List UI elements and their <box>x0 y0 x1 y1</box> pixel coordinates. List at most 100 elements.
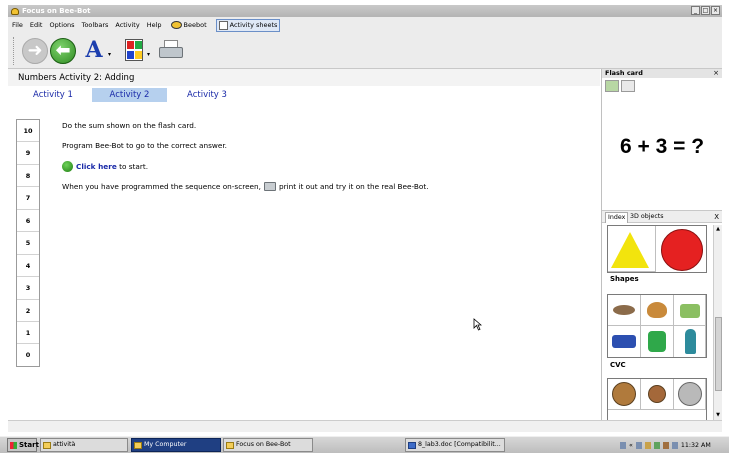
number-card-4[interactable]: 4 <box>17 255 39 278</box>
number-card-2[interactable]: 2 <box>17 300 39 322</box>
gallery-cell[interactable] <box>674 295 706 326</box>
scroll-up-icon[interactable]: ▲ <box>714 225 722 234</box>
tab-activity-3[interactable]: Activity 3 <box>176 88 238 102</box>
system-tray: « 11:32 AM <box>620 438 724 452</box>
number-card-8[interactable]: 8 <box>17 165 39 188</box>
flash-card-header: Flash card × <box>602 69 722 78</box>
activity-sheets-label: Activity sheets <box>229 21 278 29</box>
right-panel: Flash card × 6 + 3 = ? Index 3D objects … <box>601 69 722 420</box>
taskbar: Start attività My Computer Focus on Bee-… <box>0 436 729 453</box>
clock[interactable]: 11:32 AM <box>681 442 711 449</box>
task-my-computer[interactable]: My Computer <box>131 438 221 452</box>
font-icon[interactable]: A <box>82 36 106 64</box>
number-card-7[interactable]: 7 <box>17 187 39 210</box>
tab-3d-objects[interactable]: 3D objects <box>628 212 666 222</box>
instruction-4-end: print it out and try it on the real Bee-… <box>279 182 429 191</box>
gallery-cell[interactable] <box>674 379 706 410</box>
tray-icon[interactable] <box>644 441 651 449</box>
tray-icon[interactable] <box>635 441 642 449</box>
instruction-4-start: When you have programmed the sequence on… <box>62 182 261 191</box>
van-icon <box>612 335 636 348</box>
task-label: attività <box>53 441 76 448</box>
bee-app-icon <box>226 442 234 449</box>
activity-pane: Numbers Activity 2: Adding Activity 1 Ac… <box>8 69 600 420</box>
font-dropdown-icon[interactable]: ▾ <box>108 51 111 58</box>
scroll-thumb[interactable] <box>715 317 722 391</box>
gallery-cell[interactable] <box>608 226 656 272</box>
task-focus-on-bee-bot[interactable]: Focus on Bee-Bot <box>223 438 313 452</box>
number-card-0[interactable]: 0 <box>17 344 39 366</box>
print-icon[interactable] <box>264 182 276 191</box>
ten-icon <box>648 331 666 352</box>
folder-icon <box>134 442 142 449</box>
network-icon[interactable] <box>671 441 678 449</box>
menu-toolbars[interactable]: Toolbars <box>82 21 109 29</box>
task-word-document[interactable]: 8_lab3.doc [Compatibilit... <box>405 438 505 452</box>
category-cvc: CVC <box>610 361 626 369</box>
click-here-link[interactable]: Click here <box>76 162 117 171</box>
window-title-bar: Focus on Bee-Bot _ □ × <box>8 5 722 17</box>
screen: Focus on Bee-Bot _ □ × File Edit Options… <box>0 0 729 459</box>
tab-activity-2[interactable]: Activity 2 <box>92 88 167 102</box>
number-card-5[interactable]: 5 <box>17 232 39 255</box>
triangle-icon <box>611 232 649 268</box>
coin-icon <box>678 382 702 406</box>
play-icon[interactable] <box>62 161 73 172</box>
instruction-3-rest: to start. <box>116 162 149 171</box>
menu-edit[interactable]: Edit <box>30 21 43 29</box>
gallery-cell[interactable] <box>674 326 706 357</box>
gallery-cell[interactable] <box>641 295 674 326</box>
gallery-cell[interactable] <box>608 326 641 357</box>
menu-options[interactable]: Options <box>49 21 74 29</box>
circle-icon[interactable] <box>661 229 703 271</box>
number-card-9[interactable]: 9 <box>17 142 39 165</box>
beebot-button[interactable]: Beebot <box>169 20 209 30</box>
tray-expand-icon[interactable]: « <box>629 442 633 449</box>
instruction-4: When you have programmed the sequence on… <box>62 182 429 191</box>
tray-icon[interactable] <box>620 441 626 449</box>
start-button[interactable]: Start <box>7 438 39 452</box>
number-card-10[interactable]: 10 <box>17 120 39 143</box>
arrow-left-icon[interactable]: ⬅ <box>50 38 76 64</box>
arrow-right-icon[interactable]: ➜ <box>22 38 48 64</box>
scroll-down-icon[interactable]: ▼ <box>714 411 722 420</box>
flash-card-tools <box>605 80 635 92</box>
printer-icon[interactable] <box>159 40 183 62</box>
color-dropdown-icon[interactable]: ▾ <box>147 51 150 58</box>
menu-help[interactable]: Help <box>147 21 162 29</box>
printer-body <box>159 47 183 58</box>
delete-card-icon[interactable] <box>621 80 635 92</box>
number-card-6[interactable]: 6 <box>17 210 39 233</box>
minimize-button[interactable]: _ <box>691 6 700 15</box>
activity-sheets-button[interactable]: Activity sheets <box>215 18 281 32</box>
menu-activity[interactable]: Activity <box>115 21 139 29</box>
close-button[interactable]: × <box>711 6 720 15</box>
activity-header: Numbers Activity 2: Adding <box>8 69 600 86</box>
tab-activity-1[interactable]: Activity 1 <box>22 88 84 102</box>
gallery-cell[interactable] <box>608 295 641 326</box>
speaker-icon[interactable] <box>662 441 669 449</box>
maximize-button[interactable]: □ <box>701 6 710 15</box>
gallery-cell[interactable] <box>641 379 674 410</box>
flash-card-close-icon[interactable]: × <box>713 69 719 78</box>
bat-icon <box>613 305 635 315</box>
task-attivita[interactable]: attività <box>40 438 128 452</box>
toolbar-grip[interactable] <box>13 37 15 65</box>
start-label: Start <box>19 441 39 449</box>
status-bar <box>8 420 722 432</box>
index-close-icon[interactable]: X <box>714 212 719 222</box>
doctor-icon <box>685 329 696 354</box>
number-card-3[interactable]: 3 <box>17 277 39 300</box>
new-card-icon[interactable] <box>605 80 619 92</box>
flash-card-title: Flash card <box>605 69 643 77</box>
tab-index[interactable]: Index <box>605 212 629 223</box>
gallery-cell[interactable] <box>641 326 674 357</box>
color-palette-icon[interactable] <box>125 39 143 61</box>
gallery-scrollbar[interactable]: ▲ ▼ <box>713 225 722 420</box>
gallery-cell[interactable] <box>608 379 641 410</box>
instruction-3: Click here to start. <box>62 161 148 172</box>
menu-file[interactable]: File <box>12 21 23 29</box>
number-card-1[interactable]: 1 <box>17 322 39 345</box>
toolbar: ➜ ⬅ A ▾ ▾ <box>8 33 722 69</box>
tray-icon[interactable] <box>653 441 660 449</box>
